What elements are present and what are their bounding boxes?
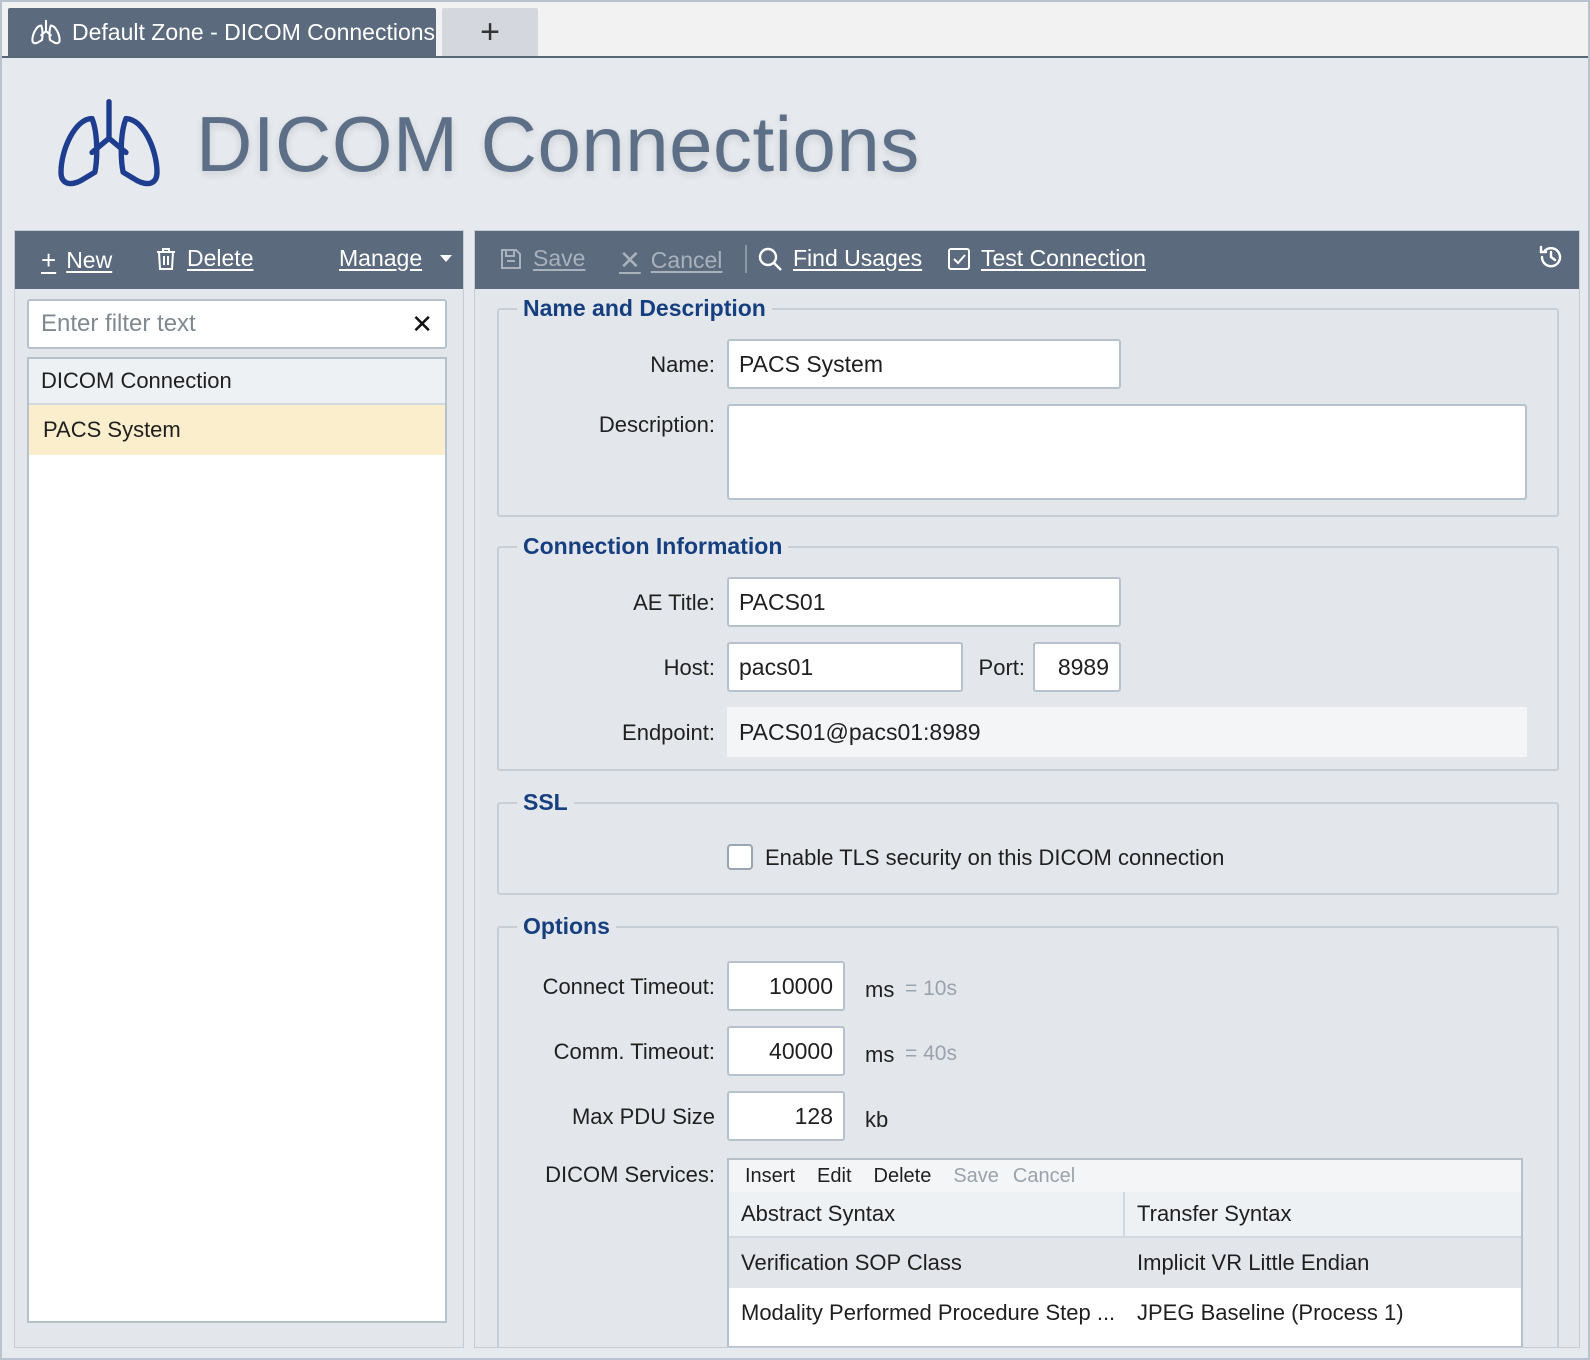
table-row[interactable]: Modality Performed Procedure Step ... JP…: [729, 1288, 1521, 1338]
toolbar-divider: [745, 245, 747, 273]
name-label: Name:: [650, 352, 715, 377]
delete-button[interactable]: Delete: [155, 245, 253, 272]
tls-checkbox[interactable]: [727, 844, 753, 870]
tree-item-pacs-system[interactable]: PACS System: [29, 405, 445, 455]
comm-timeout-label: Comm. Timeout:: [553, 1039, 715, 1064]
filter-input[interactable]: [41, 310, 412, 338]
ae-title-input[interactable]: PACS01: [727, 577, 1121, 627]
checkbox-checked-icon: [948, 247, 970, 270]
history-icon[interactable]: [1537, 243, 1565, 278]
test-connection-button[interactable]: Test Connection: [947, 245, 1146, 272]
grid-delete-button[interactable]: Delete: [874, 1165, 932, 1188]
connection-editor-panel: Save ✕ Cancel Find Usages Test Connectio…: [474, 230, 1580, 1348]
clear-filter-icon[interactable]: ✕: [411, 309, 433, 340]
tree-group-header[interactable]: DICOM Connection: [29, 359, 445, 405]
connect-timeout-unit: ms: [865, 977, 895, 1002]
save-label: Save: [533, 245, 586, 271]
chevron-down-icon: [440, 255, 453, 262]
description-label: Description:: [598, 412, 715, 437]
add-tab-button[interactable]: +: [442, 8, 538, 56]
plus-icon: +: [41, 245, 57, 275]
tab-title: Default Zone - DICOM Connections: [72, 18, 436, 45]
connections-list-panel: + New Delete Manage ✕ DICOM Connection P…: [14, 230, 464, 1348]
page-title: DICOM Connections: [196, 99, 920, 188]
connections-tree: DICOM Connection PACS System: [27, 357, 447, 1323]
new-label: New: [66, 247, 113, 273]
port-input[interactable]: 8989: [1033, 642, 1121, 692]
comm-timeout-unit: ms: [865, 1042, 895, 1067]
search-icon: [758, 247, 782, 271]
max-pdu-unit: kb: [865, 1107, 889, 1132]
find-usages-button[interactable]: Find Usages: [757, 245, 922, 272]
column-header-abstract-syntax[interactable]: Abstract Syntax: [729, 1192, 1125, 1236]
filter-box: ✕: [27, 299, 447, 349]
port-label: Port:: [978, 655, 1025, 680]
app-window: Default Zone - DICOM Connections + DICOM…: [0, 0, 1590, 1360]
table-row[interactable]: Verification SOP Class Implicit VR Littl…: [729, 1238, 1521, 1288]
grid-save-button[interactable]: Save: [953, 1165, 999, 1188]
cancel-label: Cancel: [650, 247, 723, 273]
save-icon: [501, 248, 521, 269]
endpoint-label: Endpoint:: [622, 720, 715, 745]
column-header-transfer-syntax[interactable]: Transfer Syntax: [1125, 1192, 1521, 1236]
host-label: Host:: [663, 655, 715, 680]
table-cell: Implicit VR Little Endian: [1137, 1250, 1370, 1275]
grid-header-row: Abstract Syntax Transfer Syntax: [729, 1192, 1521, 1238]
section-legend: Options: [523, 913, 610, 939]
connection-info-section: Connection Information AE Title: PACS01 …: [497, 533, 1559, 771]
dicom-services-label: DICOM Services:: [545, 1162, 715, 1187]
grid-insert-button[interactable]: Insert: [745, 1165, 795, 1188]
ae-title-label: AE Title:: [633, 590, 715, 615]
tab-strip: Default Zone - DICOM Connections +: [2, 2, 1588, 58]
endpoint-value: PACS01@pacs01:8989: [727, 707, 1527, 757]
find-usages-label: Find Usages: [793, 245, 923, 271]
grid-edit-button[interactable]: Edit: [817, 1165, 851, 1188]
name-input[interactable]: PACS System: [727, 339, 1121, 389]
comm-timeout-hint: = 40s: [905, 1042, 957, 1065]
host-input[interactable]: pacs01: [727, 642, 963, 692]
description-input[interactable]: [727, 404, 1527, 500]
trash-icon: [157, 247, 175, 270]
lungs-icon: [58, 98, 160, 187]
max-pdu-label: Max PDU Size: [571, 1104, 715, 1129]
save-button[interactable]: Save: [499, 245, 585, 272]
manage-menu-button[interactable]: Manage: [339, 245, 453, 272]
connect-timeout-label: Connect Timeout:: [542, 974, 715, 999]
grid-toolbar: Insert Edit Delete Save Cancel: [729, 1160, 1521, 1192]
grid-cancel-button[interactable]: Cancel: [1013, 1165, 1075, 1188]
connect-timeout-hint: = 10s: [905, 977, 957, 1000]
options-section: Options Connect Timeout: 10000 ms = 10s …: [497, 913, 1559, 1347]
table-cell: JPEG Baseline (Process 1): [1137, 1300, 1404, 1325]
list-toolbar: + New Delete Manage: [15, 231, 463, 289]
test-connection-label: Test Connection: [981, 245, 1146, 271]
table-cell: Modality Performed Procedure Step ...: [741, 1300, 1116, 1325]
delete-label: Delete: [187, 245, 254, 271]
name-description-section: Name and Description Name: PACS System D…: [497, 295, 1559, 517]
tab-dicom-connections[interactable]: Default Zone - DICOM Connections: [8, 8, 436, 56]
lungs-icon: [31, 19, 61, 45]
comm-timeout-input[interactable]: 40000: [727, 1026, 845, 1076]
close-icon: ✕: [619, 245, 641, 275]
editor-toolbar: Save ✕ Cancel Find Usages Test Connectio…: [475, 231, 1579, 289]
page-header: DICOM Connections: [50, 94, 920, 194]
tls-label: Enable TLS security on this DICOM connec…: [765, 845, 1225, 870]
ssl-section: SSL Enable TLS security on this DICOM co…: [497, 789, 1559, 895]
max-pdu-input[interactable]: 128: [727, 1091, 845, 1141]
table-cell: Verification SOP Class: [741, 1250, 962, 1275]
new-button[interactable]: + New: [41, 245, 112, 276]
connect-timeout-input[interactable]: 10000: [727, 961, 845, 1011]
cancel-button[interactable]: ✕ Cancel: [619, 245, 722, 276]
section-legend: Name and Description: [523, 295, 766, 321]
section-legend: Connection Information: [523, 533, 783, 559]
dicom-services-grid: Insert Edit Delete Save Cancel Abstract …: [727, 1158, 1523, 1347]
section-legend: SSL: [523, 789, 568, 815]
manage-label: Manage: [339, 245, 423, 271]
